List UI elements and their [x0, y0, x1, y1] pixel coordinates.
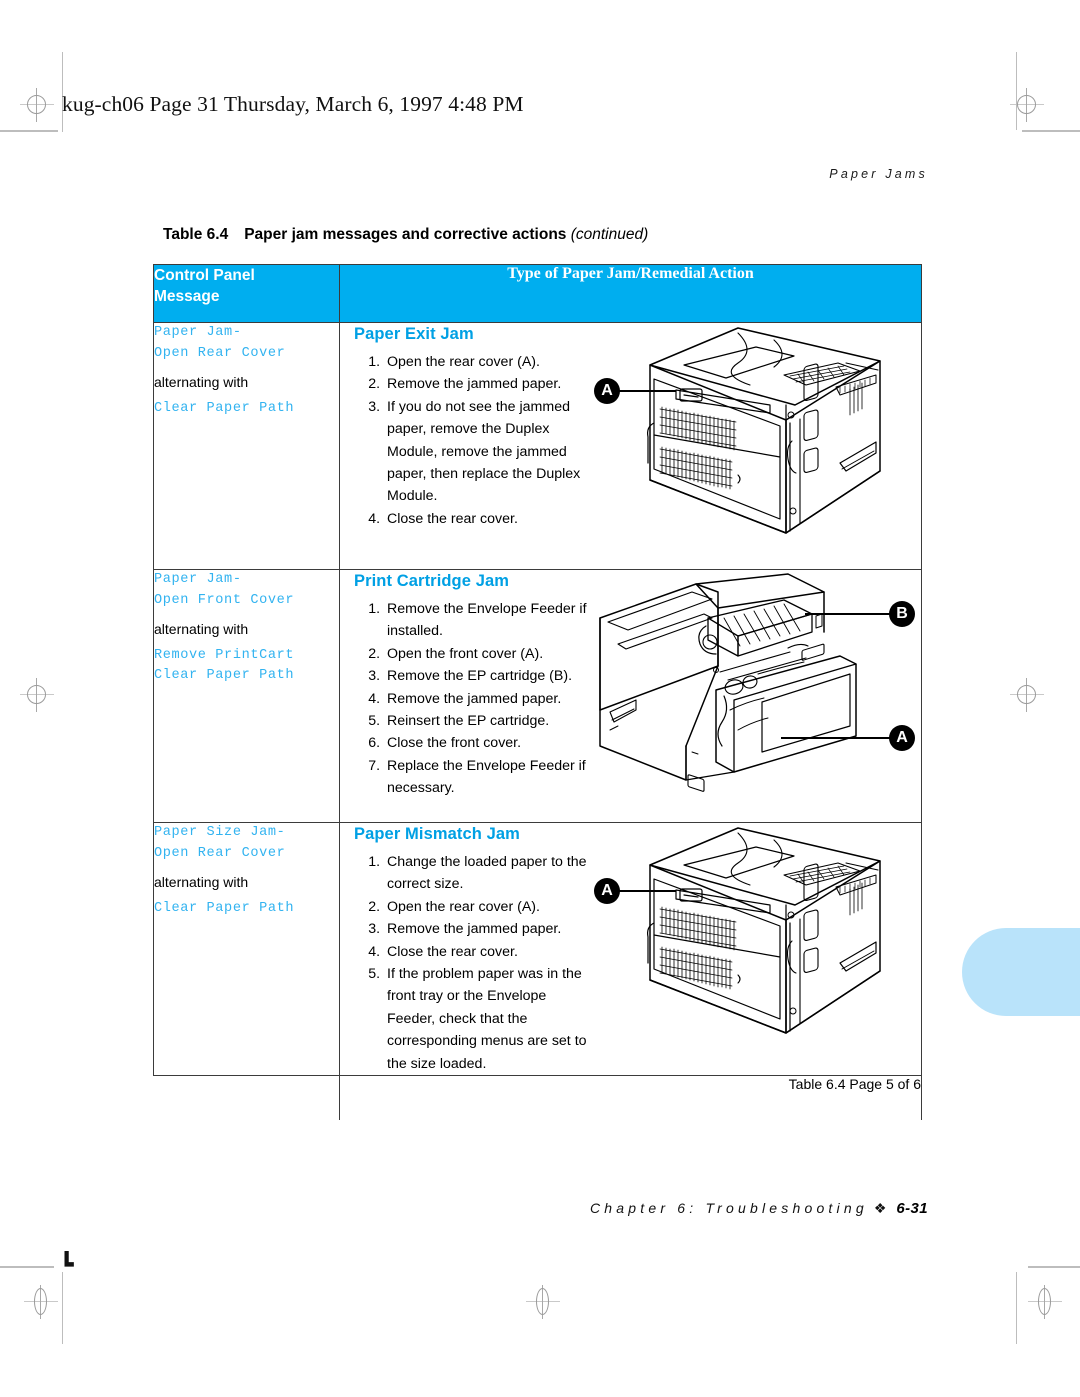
remedial-action-cell: Paper Exit Jam Open the rear cover (A). … — [339, 322, 922, 570]
callout-badge-b: B — [889, 601, 915, 627]
trim-line-bottom-right — [1028, 1266, 1080, 1268]
remedial-action-cell: Print Cartridge Jam Remove the Envelope … — [339, 569, 922, 823]
message-secondary-line-1: Remove PrintCart — [154, 647, 295, 663]
table-footnote: Table 6.4 Page 5 of 6 — [339, 1075, 922, 1121]
paper-jam-table: Control Panel Message Type of Paper Jam/… — [153, 264, 922, 1121]
message-connector: alternating with — [154, 874, 249, 891]
control-panel-message-cell: Paper Jam- Open Rear Cover alternating w… — [153, 322, 340, 570]
registration-mark-bottom-left — [24, 1285, 58, 1319]
message-primary-line-1: Paper Jam- — [154, 572, 242, 587]
control-panel-message-cell: Paper Size Jam- Open Rear Cover alternat… — [153, 821, 340, 1077]
callout-leader-line-a — [781, 737, 891, 739]
remedial-steps-list: Change the loaded paper to the correct s… — [354, 851, 588, 1075]
message-primary-line-1: Paper Jam- — [154, 325, 242, 340]
jam-type-title: Print Cartridge Jam — [354, 572, 510, 590]
jam-type-title: Paper Exit Jam — [354, 325, 474, 343]
remedial-action-cell: Paper Mismatch Jam Change the loaded pap… — [339, 821, 922, 1077]
step-item: Open the rear cover (A). — [384, 896, 588, 918]
message-secondary-line-1: Clear Paper Path — [154, 400, 295, 416]
step-item: Remove the jammed paper. — [384, 688, 588, 710]
table-caption-title: Paper jam messages and corrective action… — [244, 226, 567, 243]
callout-leader-line-a — [618, 390, 676, 392]
footer-chapter-label: Chapter 6: Troubleshooting — [589, 1200, 868, 1216]
table-header-remedial-action: Type of Paper Jam/Remedial Action — [339, 264, 922, 323]
step-item: Reinsert the EP cartridge. — [384, 710, 588, 732]
registration-mark-middle-left — [20, 678, 54, 712]
trim-line-bottom-left — [0, 1266, 54, 1268]
step-item: Remove the Envelope Feeder if installed. — [384, 598, 588, 643]
step-item: Open the front cover (A). — [384, 643, 588, 665]
action-text-block: Paper Mismatch Jam Change the loaded pap… — [340, 823, 588, 1075]
page-number: 6-31 — [896, 1200, 928, 1217]
table-caption-number: Table 6.4 — [163, 226, 229, 243]
table-caption-continued: (continued) — [570, 226, 649, 243]
registration-mark-bottom-right — [1028, 1285, 1062, 1319]
step-item: Close the front cover. — [384, 732, 588, 754]
printer-rear-line-art — [647, 327, 881, 534]
illustration-printer-rear-view: A — [588, 323, 921, 553]
file-header-line: kug-ch06 Page 31 Thursday, March 6, 1997… — [62, 92, 524, 116]
step-item: Replace the Envelope Feeder if necessary… — [384, 755, 588, 800]
trim-line-top-right — [1022, 130, 1080, 132]
table-header-row: Control Panel Message Type of Paper Jam/… — [153, 264, 922, 323]
step-item: Remove the jammed paper. — [384, 373, 588, 395]
callout-leader-line-b — [805, 613, 891, 615]
step-item: If the problem paper was in the front tr… — [384, 963, 588, 1075]
message-connector: alternating with — [154, 621, 249, 638]
message-connector: alternating with — [154, 374, 249, 391]
table-caption: Table 6.4 Paper jam messages and correcti… — [163, 226, 648, 244]
remedial-steps-list: Open the rear cover (A). Remove the jamm… — [354, 351, 588, 531]
message-secondary-line-1: Clear Paper Path — [154, 900, 295, 916]
diamond-icon: ❖ — [873, 1200, 887, 1216]
illustration-printer-rear-view: A — [588, 823, 921, 1053]
message-secondary-line-2: Clear Paper Path — [154, 668, 295, 684]
trim-line-right — [1016, 52, 1017, 130]
action-text-block: Print Cartridge Jam Remove the Envelope … — [340, 570, 588, 800]
callout-badge-a: A — [594, 878, 620, 904]
thumb-index-tab — [962, 928, 1080, 1016]
table-header-control-panel-message: Control Panel Message — [153, 264, 340, 323]
printer-front-open-line-art — [599, 573, 857, 792]
step-item: Change the loaded paper to the correct s… — [384, 851, 588, 896]
table-row: Paper Size Jam- Open Rear Cover alternat… — [153, 821, 922, 1077]
callout-badge-a: A — [889, 725, 915, 751]
callout-badge-a: A — [594, 378, 620, 404]
control-panel-message-cell: Paper Jam- Open Front Cover alternating … — [153, 569, 340, 823]
trim-line-top-left — [0, 130, 58, 132]
table-row: Paper Jam- Open Rear Cover alternating w… — [153, 322, 922, 570]
message-primary-line-2: Open Front Cover — [154, 592, 295, 608]
printer-rear-line-art — [647, 827, 881, 1034]
registration-mark-bottom-center — [526, 1285, 560, 1319]
message-primary-line-1: Paper Size Jam- — [154, 825, 286, 840]
action-text-block: Paper Exit Jam Open the rear cover (A). … — [340, 323, 588, 530]
illustration-printer-front-open-view: B A — [588, 570, 921, 800]
callout-leader-line-a — [618, 890, 676, 892]
registration-mark-top-left — [20, 88, 54, 122]
remedial-steps-list: Remove the Envelope Feeder if installed.… — [354, 598, 588, 800]
corner-crop-mark: ┗ — [60, 1252, 74, 1277]
trim-line-bottom-right-v — [1016, 1272, 1017, 1344]
running-head: Paper Jams — [829, 167, 928, 181]
message-primary-line-2: Open Rear Cover — [154, 345, 286, 361]
step-item: Close the rear cover. — [384, 508, 588, 530]
step-item: Remove the jammed paper. — [384, 918, 588, 940]
trim-line-bottom-left-v — [62, 1272, 63, 1344]
table-footnote-row: Table 6.4 Page 5 of 6 — [153, 1075, 922, 1121]
step-item: Open the rear cover (A). — [384, 351, 588, 373]
message-primary-line-2: Open Rear Cover — [154, 845, 286, 861]
table-row: Paper Jam- Open Front Cover alternating … — [153, 569, 922, 823]
footnote-empty-cell — [153, 1075, 340, 1121]
jam-type-title: Paper Mismatch Jam — [354, 825, 520, 843]
step-item: Close the rear cover. — [384, 941, 588, 963]
step-item: If you do not see the jammed paper, remo… — [384, 396, 588, 508]
header-line-2: Message — [154, 288, 220, 306]
header-line-1: Control Panel — [154, 267, 255, 284]
registration-mark-middle-right — [1010, 678, 1044, 712]
page-footer: Chapter 6: Troubleshooting ❖ 6-31 — [0, 1200, 928, 1218]
step-item: Remove the EP cartridge (B). — [384, 665, 588, 687]
